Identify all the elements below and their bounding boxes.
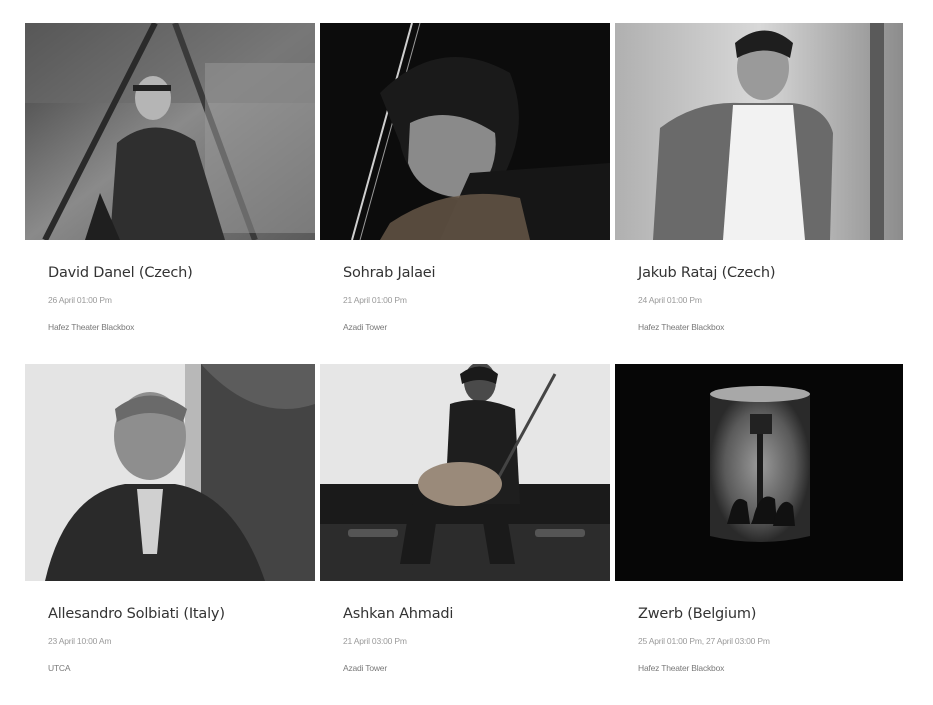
event-photo[interactable]	[25, 364, 315, 581]
event-name[interactable]: Zwerb (Belgium)	[638, 605, 903, 623]
event-name[interactable]: Ashkan Ahmadi	[343, 605, 610, 623]
events-grid: David Danel (Czech) 26 April 01:00 Pm Ha…	[25, 23, 903, 705]
event-name[interactable]: David Danel (Czech)	[48, 264, 315, 282]
event-card[interactable]: Allesandro Solbiati (Italy) 23 April 10:…	[25, 364, 315, 705]
event-photo[interactable]	[320, 364, 610, 581]
event-venue: Azadi Tower	[343, 663, 387, 673]
event-venue: Hafez Theater Blackbox	[638, 322, 725, 332]
event-card[interactable]: Sohrab Jalaei 21 April 01:00 Pm Azadi To…	[320, 23, 610, 364]
event-venue: Azadi Tower	[343, 322, 387, 332]
event-venue: Hafez Theater Blackbox	[638, 663, 725, 673]
event-photo[interactable]	[615, 23, 903, 240]
event-photo[interactable]	[25, 23, 315, 240]
event-date: 21 April 03:00 Pm	[343, 636, 407, 646]
event-date: 23 April 10:00 Am	[48, 636, 112, 646]
event-card[interactable]: Ashkan Ahmadi 21 April 03:00 Pm Azadi To…	[320, 364, 610, 705]
event-date: 25 April 01:00 Pm, 27 April 03:00 Pm	[638, 636, 770, 646]
event-card[interactable]: David Danel (Czech) 26 April 01:00 Pm Ha…	[25, 23, 315, 364]
event-date: 26 April 01:00 Pm	[48, 295, 112, 305]
event-date: 21 April 01:00 Pm	[343, 295, 407, 305]
event-venue: UTCA	[48, 663, 71, 673]
event-card[interactable]: Jakub Rataj (Czech) 24 April 01:00 Pm Ha…	[615, 23, 903, 364]
event-name[interactable]: Allesandro Solbiati (Italy)	[48, 605, 315, 623]
event-name[interactable]: Jakub Rataj (Czech)	[638, 264, 903, 282]
event-photo[interactable]	[615, 364, 903, 581]
event-name[interactable]: Sohrab Jalaei	[343, 264, 610, 282]
event-card[interactable]: Zwerb (Belgium) 25 April 01:00 Pm, 27 Ap…	[615, 364, 903, 705]
event-date: 24 April 01:00 Pm	[638, 295, 702, 305]
event-venue: Hafez Theater Blackbox	[48, 322, 135, 332]
event-photo[interactable]	[320, 23, 610, 240]
